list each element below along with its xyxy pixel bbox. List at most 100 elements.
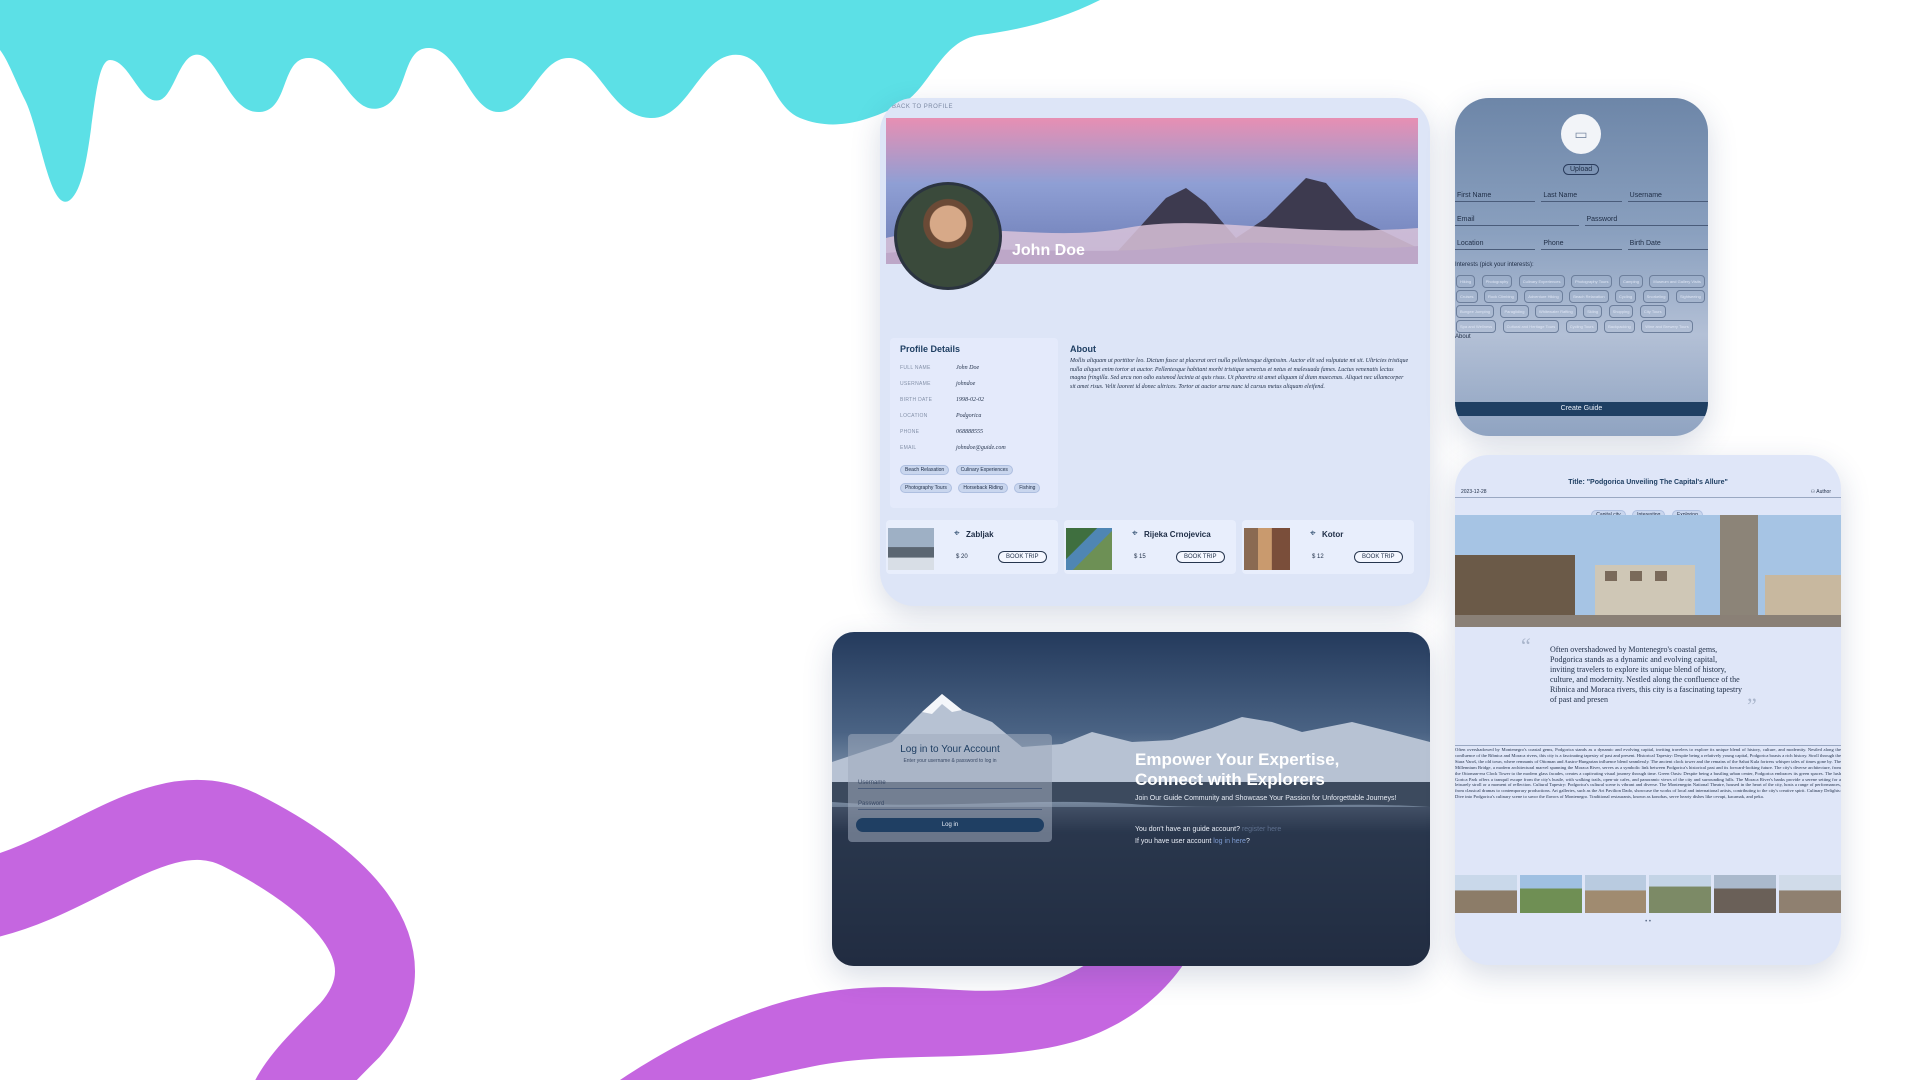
detail-value: John Doe — [956, 365, 980, 371]
about-textarea[interactable] — [1455, 342, 1708, 398]
article-title: Title: "Podgorica Unveiling The Capital'… — [1568, 479, 1728, 486]
user-login-link[interactable]: log in here — [1213, 838, 1246, 845]
detail-row: EMAIL johndoe@guide.com — [900, 440, 1048, 456]
hero-tagline: Join Our Guide Community and Showcase Yo… — [1135, 795, 1397, 802]
book-trip-button[interactable]: BOOK TRIP — [1354, 551, 1403, 563]
interest-chip[interactable]: Culinary Experiences — [1518, 275, 1565, 288]
login-button[interactable]: Log in — [856, 818, 1044, 832]
login-form-panel: Log in to Your Account Enter your userna… — [848, 734, 1052, 842]
location-pin-icon: ⌖ — [1310, 528, 1316, 539]
image-placeholder-icon: ▭ — [1574, 125, 1588, 142]
trip-card[interactable]: ⌖ Rijeka Crnojevica $ 15 BOOK TRIP — [1064, 520, 1236, 574]
interest-chip[interactable]: Camping — [1618, 275, 1643, 288]
article-body: Often overshadowed by Montenegro's coast… — [1455, 747, 1841, 800]
detail-row: FULL NAME John Doe — [900, 360, 1048, 376]
interest-pill: Horseback Riding — [958, 483, 1008, 493]
trip-thumbnail — [1066, 528, 1112, 570]
interest-chip[interactable]: Beach Relaxation — [1569, 290, 1609, 303]
birth-date-field[interactable]: Birth Date — [1627, 238, 1708, 250]
upload-button[interactable]: Upload — [1563, 164, 1600, 175]
interest-chip[interactable]: Shopping — [1608, 305, 1634, 318]
person-icon: ⚇ — [1810, 489, 1816, 495]
interest-chip[interactable]: Hiking — [1456, 275, 1476, 288]
first-name-field[interactable]: First Name — [1455, 190, 1536, 202]
form-row-2: Email Password — [1455, 214, 1708, 226]
interest-chip[interactable]: Backpacking — [1604, 320, 1635, 333]
create-guide-button[interactable]: Create Guide — [1455, 402, 1708, 416]
interest-chip[interactable]: Spa and Wellness — [1456, 320, 1497, 333]
interest-chip[interactable]: Museum and Gallery Visits — [1649, 275, 1705, 288]
about-section: About Mollis aliquam ut porttitor leo. D… — [1070, 344, 1410, 391]
location-pin-icon: ⌖ — [954, 528, 960, 539]
trip-card[interactable]: ⌖ Zabljak $ 20 BOOK TRIP — [886, 520, 1058, 574]
interest-chip[interactable]: Rock Climbing — [1484, 290, 1518, 303]
purple-wave-left — [0, 779, 415, 1080]
book-trip-button[interactable]: BOOK TRIP — [1176, 551, 1225, 563]
detail-row: PHONE 068888555 — [900, 424, 1048, 440]
profile-details-title: Profile Details — [900, 344, 961, 354]
gallery-thumbnail[interactable] — [1455, 875, 1517, 913]
detail-label: EMAIL — [900, 445, 917, 451]
password-input[interactable]: Password — [858, 801, 1042, 810]
login-subtitle: Enter your username & password to log in — [903, 758, 997, 764]
quote-open-icon: “ — [1521, 633, 1531, 658]
detail-value: 068888555 — [956, 429, 983, 435]
gallery-thumbnail[interactable] — [1779, 875, 1841, 913]
carousel-dots[interactable]: • • — [1455, 919, 1841, 925]
detail-value: johndoe@guide.com — [956, 445, 1006, 451]
username-input[interactable]: Username — [858, 780, 1042, 789]
trip-price: $ 15 — [1134, 554, 1146, 560]
interest-chip[interactable]: Paragliding — [1500, 305, 1529, 318]
register-link[interactable]: register here — [1242, 826, 1281, 833]
article-body-divider — [1455, 745, 1841, 746]
user-prompt-suffix: ? — [1245, 838, 1250, 845]
profile-name: John Doe — [1012, 242, 1085, 259]
hero-headline-line-1: Empower Your Expertise, — [1135, 750, 1340, 769]
gallery-thumbnail[interactable] — [1519, 875, 1582, 913]
quote-close-icon: ” — [1747, 693, 1757, 718]
back-to-profile-link[interactable]: BACK TO PROFILE — [892, 104, 953, 110]
user-prompt: If you have user account — [1135, 838, 1212, 845]
interest-chip[interactable]: Whitewater Rafting — [1534, 305, 1577, 318]
detail-row: LOCATION Podgorica — [900, 408, 1048, 424]
password-field[interactable]: Password — [1584, 214, 1708, 226]
email-field[interactable]: Email — [1455, 214, 1579, 226]
interest-chip[interactable]: Wine and Brewery Tours — [1641, 320, 1693, 333]
interest-chip[interactable]: Cruises — [1456, 290, 1478, 303]
book-trip-button[interactable]: BOOK TRIP — [998, 551, 1047, 563]
trip-card[interactable]: ⌖ Kotor $ 12 BOOK TRIP — [1242, 520, 1414, 574]
username-field[interactable]: Username — [1627, 190, 1708, 202]
trip-place: Zabljak — [966, 530, 994, 539]
interest-chip[interactable]: City Tours — [1639, 305, 1666, 318]
detail-value: 1998-02-02 — [956, 397, 984, 403]
gallery-thumbnail[interactable] — [1649, 875, 1712, 913]
user-login-line: If you have user account log in here? — [1135, 838, 1250, 845]
detail-label: FULL NAME — [900, 365, 931, 371]
interest-chip[interactable]: Photography Tours — [1570, 275, 1613, 288]
detail-label: BIRTH DATE — [900, 397, 933, 403]
interest-chip[interactable]: Adventure Hiking — [1524, 290, 1563, 303]
interest-pill: Culinary Experiences — [955, 465, 1013, 475]
interest-chip[interactable]: Bungee Jumping — [1456, 305, 1495, 318]
interest-chip[interactable]: Snorkeling — [1642, 290, 1670, 303]
profile-details-panel: Profile Details FULL NAME John Doe USERN… — [890, 338, 1058, 508]
interest-chip[interactable]: Sightseeing — [1675, 290, 1705, 303]
interest-chip[interactable]: Cycling Tours — [1565, 320, 1598, 333]
gallery-thumbnail[interactable] — [1714, 875, 1777, 913]
interest-chip[interactable]: Skiing — [1583, 305, 1603, 318]
register-prompt: You don't have an guide account? — [1135, 826, 1240, 833]
location-field[interactable]: Location — [1455, 238, 1536, 250]
detail-row: USERNAME johndoe — [900, 376, 1048, 392]
interests-title: Interests (pick your interests): — [1455, 262, 1534, 268]
interest-chip[interactable]: Cultural and Heritage Tours — [1502, 320, 1560, 333]
create-guide-screen: ▭ Upload First Name Last Name Username E… — [1455, 98, 1708, 436]
phone-field[interactable]: Phone — [1541, 238, 1622, 250]
gallery-thumbnail[interactable] — [1584, 875, 1647, 913]
interest-chip[interactable]: Cycling — [1615, 290, 1637, 303]
about-field-label: About — [1455, 334, 1471, 340]
last-name-field[interactable]: Last Name — [1541, 190, 1622, 202]
article-divider — [1455, 497, 1841, 498]
about-title: About — [1070, 344, 1096, 354]
podgorica-street-image — [1455, 515, 1841, 627]
interest-chip[interactable]: Photography — [1481, 275, 1513, 288]
